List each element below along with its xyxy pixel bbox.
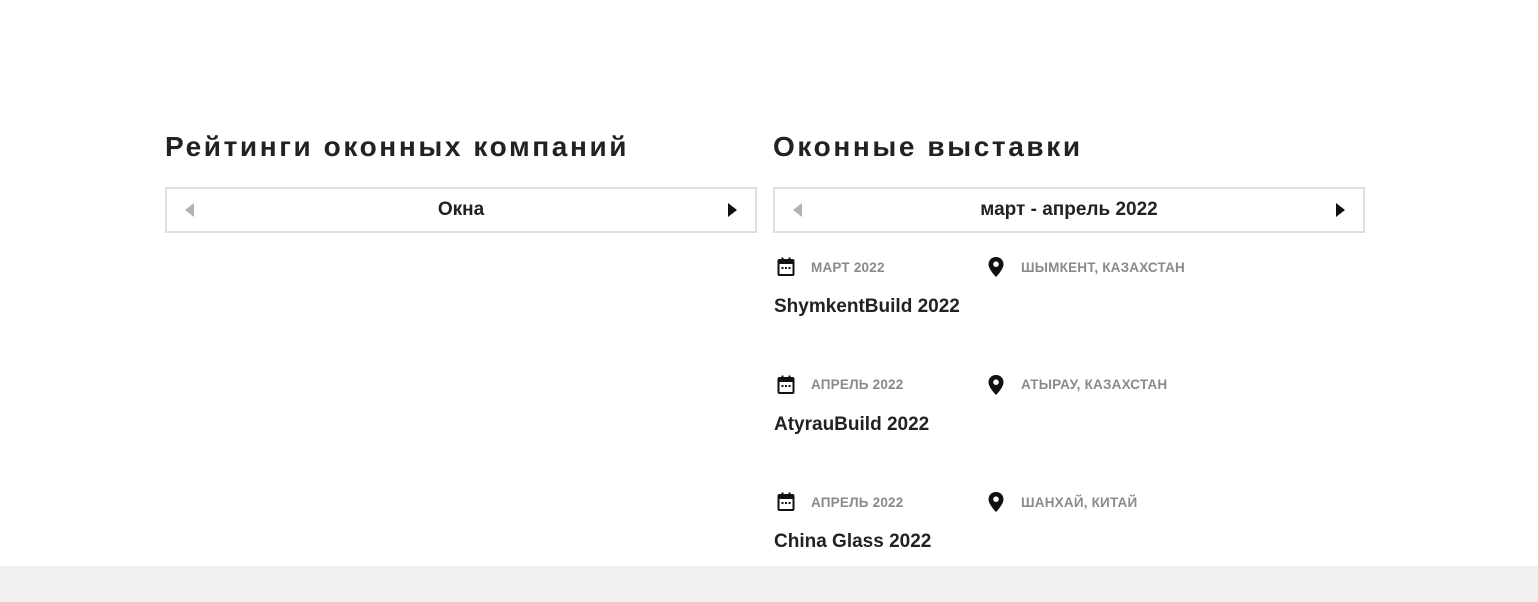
ratings-category-label: Окна — [437, 199, 485, 220]
ratings-section: Рейтинги оконных компаний Окна — [165, 128, 757, 233]
exhibitions-list: МАРТ 2022 ШЫМКЕНТ, КАЗАХСТАН ShymkentBui… — [773, 254, 1365, 602]
footer-band — [0, 566, 1538, 602]
exhibitions-next-button[interactable] — [1331, 201, 1349, 219]
triangle-left-icon — [185, 203, 194, 217]
exhibition-date-text: АПРЕЛЬ 2022 — [811, 494, 904, 510]
exhibition-item: АПРЕЛЬ 2022 АТЫРАУ, КАЗАХСТАН AtyrauBuil… — [773, 372, 1365, 490]
exhibition-location-text: ШЫМКЕНТ, КАЗАХСТАН — [1021, 259, 1186, 275]
ratings-category-switcher: Окна — [165, 187, 757, 233]
ratings-title: Рейтинги оконных компаний — [165, 131, 630, 162]
exhibition-location: ШАНХАЙ, КИТАЙ — [986, 489, 1137, 515]
exhibitions-title: Оконные выставки — [773, 131, 1083, 162]
triangle-right-icon — [1336, 203, 1345, 217]
calendar-icon — [777, 492, 795, 511]
exhibitions-prev-button[interactable] — [789, 201, 807, 219]
map-pin-icon — [988, 257, 1004, 277]
calendar-icon — [777, 375, 795, 394]
exhibition-location-text: ШАНХАЙ, КИТАЙ — [1021, 494, 1138, 510]
page: Рейтинги оконных компаний Окна Оконные в… — [0, 0, 1538, 602]
exhibition-date-text: МАРТ 2022 — [811, 259, 885, 275]
ratings-prev-button[interactable] — [181, 201, 199, 219]
ratings-next-button[interactable] — [723, 201, 741, 219]
triangle-left-icon — [793, 203, 802, 217]
exhibition-title-link[interactable]: China Glass 2022 — [774, 531, 931, 553]
exhibition-title-link[interactable]: AtyrauBuild 2022 — [774, 414, 929, 436]
exhibitions-section: Оконные выставки март - апрель 2022 МАРТ… — [773, 128, 1365, 552]
exhibition-date: МАРТ 2022 — [776, 254, 885, 280]
calendar-icon — [777, 257, 795, 276]
exhibitions-period-label: март - апрель 2022 — [980, 199, 1158, 220]
exhibitions-period-switcher: март - апрель 2022 — [773, 187, 1365, 233]
exhibition-title-link[interactable]: ShymkentBuild 2022 — [774, 296, 960, 318]
exhibition-date-text: АПРЕЛЬ 2022 — [811, 377, 904, 392]
map-pin-icon — [988, 374, 1004, 395]
exhibition-date: АПРЕЛЬ 2022 — [776, 489, 903, 515]
exhibition-item: МАРТ 2022 ШЫМКЕНТ, КАЗАХСТАН ShymkentBui… — [773, 254, 1365, 372]
exhibition-location-text: АТЫРАУ, КАЗАХСТАН — [1021, 377, 1168, 392]
map-pin-icon — [988, 492, 1004, 512]
exhibition-date: АПРЕЛЬ 2022 — [776, 372, 903, 398]
triangle-right-icon — [728, 203, 737, 217]
exhibition-location: АТЫРАУ, КАЗАХСТАН — [986, 372, 1167, 398]
exhibition-location: ШЫМКЕНТ, КАЗАХСТАН — [986, 254, 1185, 280]
